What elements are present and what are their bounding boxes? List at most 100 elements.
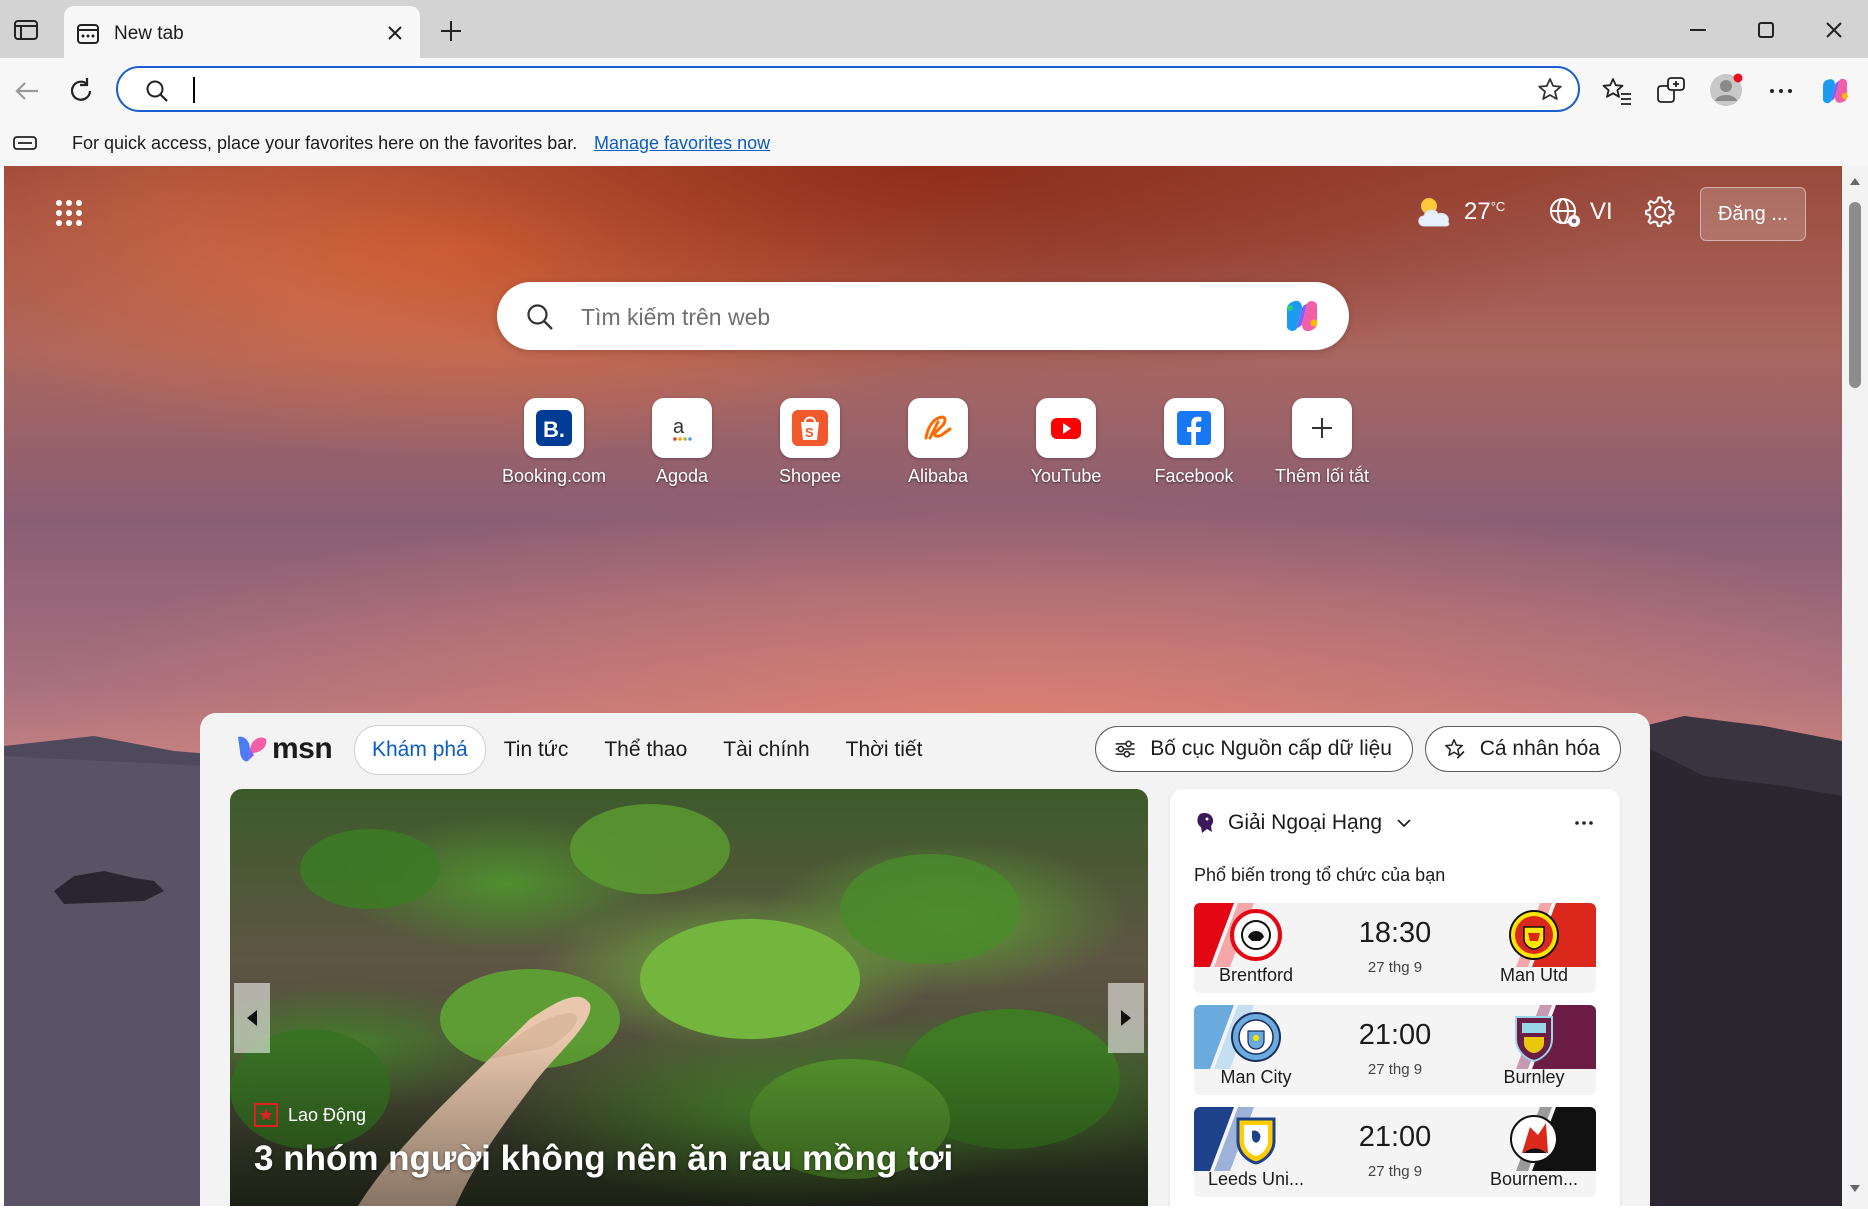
feed-tabs: Khám phá Tin tức Thể thao Tài chính Thời… xyxy=(354,725,940,775)
tab-new-tab[interactable]: New tab xyxy=(64,6,420,58)
hero-article-source[interactable]: Lao Động xyxy=(254,1103,366,1127)
favorites-bar: For quick access, place your favorites h… xyxy=(0,122,1868,166)
tab-kham-pha[interactable]: Khám phá xyxy=(354,725,486,775)
match-time: 21:00 xyxy=(1358,1019,1432,1051)
new-tab-favicon-icon xyxy=(77,24,99,44)
shortcut-booking[interactable]: B. Booking.com xyxy=(490,398,618,487)
plus-icon xyxy=(1312,418,1332,438)
address-bar[interactable] xyxy=(116,66,1580,112)
globe-icon xyxy=(1550,198,1580,227)
sliders-icon xyxy=(1115,740,1135,758)
close-tab-icon[interactable] xyxy=(382,20,408,46)
manage-favorites-link[interactable]: Manage favorites now xyxy=(594,133,770,154)
web-search-box[interactable] xyxy=(497,282,1349,350)
tab-thoi-tiet[interactable]: Thời tiết xyxy=(828,726,941,774)
match-date: 27 thg 9 xyxy=(1367,1061,1423,1078)
language-selector[interactable]: VI xyxy=(1548,194,1613,230)
league-selector[interactable]: Giải Ngoại Hạng xyxy=(1194,811,1412,835)
bournemouth-crest-icon xyxy=(1510,1115,1558,1163)
web-search-input[interactable] xyxy=(579,300,1243,334)
burnley-crest-icon xyxy=(1515,1016,1553,1063)
weather-widget[interactable]: 27 °C xyxy=(1414,192,1505,232)
msn-feed: msn Khám phá Tin tức Thể thao Tài chính … xyxy=(200,713,1650,1206)
browser-toolbar xyxy=(0,58,1868,122)
match-row[interactable]: Leeds Uni... 21:00 27 thg 9 Bournem... xyxy=(1194,1107,1596,1197)
match-date: 27 thg 9 xyxy=(1367,959,1423,976)
scroll-down-arrow-icon[interactable] xyxy=(1849,1184,1861,1194)
collections-icon[interactable] xyxy=(1654,74,1688,108)
back-arrow-icon[interactable] xyxy=(10,74,44,108)
match-time: 21:00 xyxy=(1358,1121,1432,1153)
star-edit-icon xyxy=(1445,739,1465,759)
hero-headline[interactable]: 3 nhóm người không nên ăn rau mồng tơi xyxy=(254,1139,953,1179)
hero-next-button[interactable] xyxy=(1108,983,1144,1053)
maximize-icon[interactable] xyxy=(1750,14,1782,46)
minimize-icon[interactable] xyxy=(1682,14,1714,46)
chevron-right-icon xyxy=(1121,1010,1131,1026)
agoda-icon: a xyxy=(673,416,692,441)
hero-article-card[interactable]: Lao Động 3 nhóm người không nên ăn rau m… xyxy=(230,789,1148,1206)
away-team-name: Bournem... xyxy=(1489,1169,1579,1189)
card-more-options-icon[interactable] xyxy=(1572,811,1596,835)
msn-logo[interactable]: msn xyxy=(234,729,333,769)
home-team-name: Brentford xyxy=(1218,965,1294,985)
alibaba-icon xyxy=(924,415,952,440)
add-shortcut-tile xyxy=(1292,398,1352,458)
scroll-up-arrow-icon[interactable] xyxy=(1849,176,1861,186)
sports-scores-card: Giải Ngoại Hạng Phổ biến trong tổ chức c… xyxy=(1170,789,1620,1206)
profile-avatar[interactable] xyxy=(1708,72,1744,108)
booking-icon: B. xyxy=(536,410,572,446)
profile-icon xyxy=(1710,73,1743,106)
page-settings-gear-icon[interactable] xyxy=(1644,196,1676,228)
favorites-bar-icon xyxy=(13,136,37,150)
page-scrollbar[interactable] xyxy=(1842,166,1868,1209)
shortcut-label: Facebook xyxy=(1154,466,1234,486)
feed-layout-button[interactable]: Bố cục Nguồn cấp dữ liệu xyxy=(1095,726,1413,772)
shortcut-shopee[interactable]: S Shopee xyxy=(746,398,874,487)
hero-prev-button[interactable] xyxy=(234,983,270,1053)
sign-in-button[interactable]: Đăng ... xyxy=(1700,187,1806,241)
refresh-icon[interactable] xyxy=(64,74,98,108)
shortcut-facebook[interactable]: Facebook xyxy=(1130,398,1258,487)
more-options-icon[interactable] xyxy=(1764,74,1798,108)
copilot-search-icon[interactable] xyxy=(1281,296,1323,336)
address-input[interactable] xyxy=(194,74,1498,106)
msn-butterfly-icon xyxy=(238,736,267,762)
shopee-icon: S xyxy=(792,410,828,446)
shortcut-agoda[interactable]: a Agoda xyxy=(618,398,746,487)
home-team: Man City xyxy=(1194,1005,1318,1095)
app-launcher-grid-icon[interactable] xyxy=(54,198,84,228)
partly-cloudy-icon xyxy=(1418,198,1450,227)
tab-actions-icon[interactable] xyxy=(12,16,40,44)
tab-the-thao[interactable]: Thể thao xyxy=(586,726,705,774)
close-window-icon[interactable] xyxy=(1818,14,1850,46)
shortcut-label: Thêm lối tắt xyxy=(1274,466,1370,486)
agoda-tile: a xyxy=(652,398,712,458)
new-tab-page: 27 °C VI Đăng ... Tìm kiếm trên web B. B… xyxy=(4,166,1842,1206)
scrollbar-thumb[interactable] xyxy=(1849,202,1861,388)
add-favorite-star-icon[interactable] xyxy=(1536,76,1564,104)
premier-league-lion-icon xyxy=(1197,813,1214,833)
hero-gradient-overlay xyxy=(230,1039,1148,1206)
new-tab-plus-icon[interactable] xyxy=(436,16,466,46)
facebook-icon xyxy=(1177,411,1211,445)
add-shortcut-button[interactable]: Thêm lối tắt xyxy=(1258,398,1386,487)
svg-text:a: a xyxy=(673,416,685,438)
shortcut-alibaba[interactable]: Alibaba xyxy=(874,398,1002,487)
shortcut-label: Agoda xyxy=(655,466,709,486)
msn-wordmark: msn xyxy=(272,732,333,765)
shortcut-youtube[interactable]: YouTube xyxy=(1002,398,1130,487)
svg-text:B.: B. xyxy=(543,417,565,442)
tab-tin-tuc[interactable]: Tin tức xyxy=(486,726,587,774)
match-row[interactable]: Brentford 18:30 27 thg 9 Man Utd xyxy=(1194,903,1596,993)
booking-tile: B. xyxy=(524,398,584,458)
tab-tai-chinh[interactable]: Tài chính xyxy=(705,726,827,774)
match-row[interactable]: Man City 21:00 27 thg 9 Burnley xyxy=(1194,1005,1596,1095)
personalize-button[interactable]: Cá nhân hóa xyxy=(1425,726,1621,772)
search-icon xyxy=(527,304,553,330)
copilot-icon[interactable] xyxy=(1818,74,1852,108)
favorites-icon[interactable] xyxy=(1600,74,1634,108)
away-team: Burnley xyxy=(1472,1005,1596,1095)
home-team: Brentford xyxy=(1194,903,1318,993)
youtube-icon xyxy=(1051,418,1081,439)
